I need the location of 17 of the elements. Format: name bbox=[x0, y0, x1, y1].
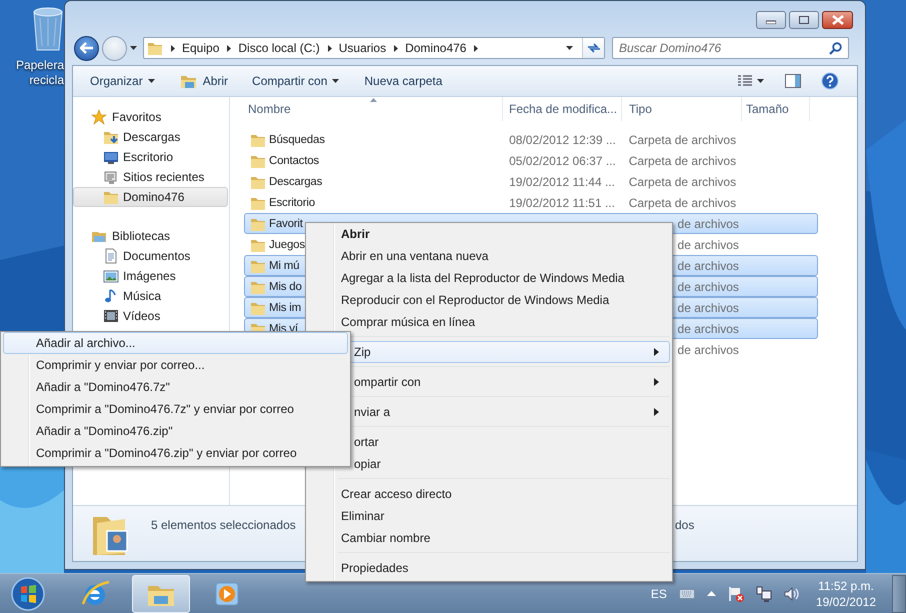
date-cell: 05/02/2012 06:37 ... bbox=[509, 154, 616, 168]
type-cell: de archivos bbox=[678, 258, 739, 272]
date-cell: 19/02/2012 11:51 ... bbox=[509, 196, 615, 210]
type-cell: de archivos bbox=[678, 300, 739, 314]
status-text: 5 elementos seleccionados bbox=[151, 518, 297, 532]
type-cell: de archivos bbox=[678, 280, 739, 294]
desktop-icon-label: Papelera recicla bbox=[14, 58, 64, 88]
type-cell: de archivos bbox=[678, 238, 739, 252]
type-cell: Carpeta de archivos bbox=[628, 196, 736, 210]
date-cell: 08/02/2012 12:39 ... bbox=[509, 132, 616, 146]
date-cell: 19/02/2012 11:44 ... bbox=[509, 174, 615, 188]
type-cell: Carpeta de archivos bbox=[628, 132, 736, 146]
type-cell: de archivos bbox=[678, 322, 739, 336]
type-cell: Carpeta de archivos bbox=[628, 174, 736, 188]
type-cell: Carpeta de archivos bbox=[628, 154, 736, 168]
type-cell: de archivos bbox=[678, 216, 739, 230]
status-text: dos bbox=[675, 518, 694, 532]
